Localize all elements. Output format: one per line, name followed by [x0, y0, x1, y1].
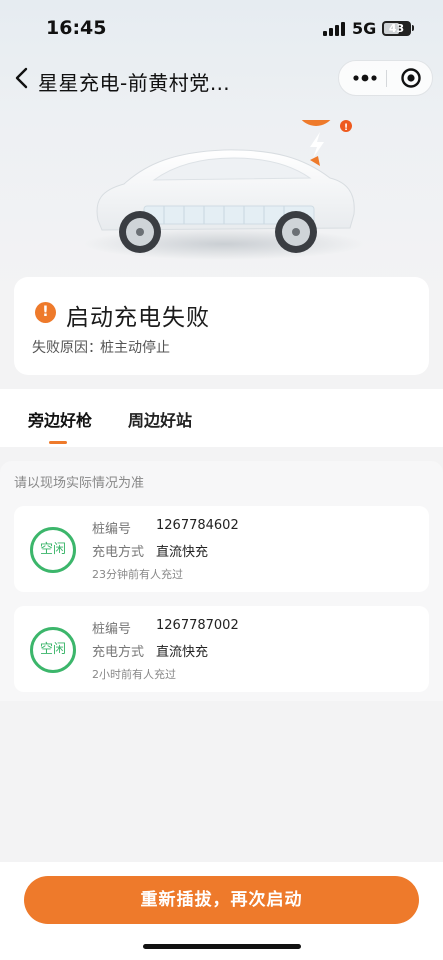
last-used-text: 2小时前有人充过 — [92, 668, 176, 681]
gun-status-badge: 空闲 — [30, 627, 76, 673]
notice-text: 请以现场实际情况为准 — [14, 476, 145, 491]
car-wheel-front — [119, 211, 161, 253]
target-close-icon — [401, 68, 421, 88]
charge-mode: 直流快充 — [156, 645, 209, 660]
car-wheel-rear — [275, 211, 317, 253]
car-illustration: ! — [84, 120, 364, 260]
pile-number: 1267784602 — [156, 518, 239, 533]
charge-status-card: ! 启动充电失败 失败原因： 桩主动停止 — [14, 277, 429, 375]
pile-number-label: 桩编号 — [92, 622, 132, 637]
active-tab-indicator — [49, 441, 67, 444]
svg-text:!: ! — [344, 123, 348, 133]
charge-mode-label: 充电方式 — [92, 545, 145, 560]
more-button[interactable] — [347, 65, 383, 91]
last-used-text: 23分钟前有人充过 — [92, 568, 183, 581]
replug-restart-button[interactable]: 重新插拔，再次启动 — [24, 876, 419, 924]
more-dots-icon — [353, 74, 377, 82]
warning-icon: ! — [35, 302, 56, 323]
status-time: 16:45 — [46, 17, 107, 39]
battery-icon: 43 — [382, 21, 411, 36]
network-type: 5G — [352, 19, 377, 38]
pile-number: 1267787002 — [156, 618, 239, 633]
close-miniprogram-button[interactable] — [393, 65, 429, 91]
page-title: 星星充电-前黄村党… — [38, 71, 231, 95]
failure-reason-label: 失败原因： — [32, 340, 102, 356]
charge-status-title: 启动充电失败 — [66, 305, 210, 331]
home-indicator[interactable] — [143, 944, 301, 949]
failure-reason-value: 桩主动停止 — [100, 340, 170, 356]
lightning-alert-icon: ! — [301, 120, 352, 166]
tab-nearby-stations[interactable]: 周边好站 — [128, 407, 192, 431]
tab-nearby-guns[interactable]: 旁边好枪 — [28, 407, 92, 431]
charge-mode-label: 充电方式 — [92, 645, 145, 660]
pile-number-label: 桩编号 — [92, 522, 132, 537]
signal-icon — [323, 22, 345, 36]
back-button[interactable] — [10, 64, 36, 92]
gun-card[interactable]: 空闲 桩编号 1267787002 充电方式 直流快充 2小时前有人充过 — [14, 606, 429, 692]
chevron-left-icon — [15, 67, 28, 89]
status-bar: 16:45 5G 43 — [0, 0, 443, 56]
mini-program-capsule — [338, 60, 433, 96]
charge-mode: 直流快充 — [156, 545, 209, 560]
gun-card[interactable]: 空闲 桩编号 1267784602 充电方式 直流快充 23分钟前有人充过 — [14, 506, 429, 592]
battery-level: 43 — [388, 22, 405, 35]
gun-status-badge: 空闲 — [30, 527, 76, 573]
tab-bar: 旁边好枪 周边好站 — [0, 389, 443, 447]
